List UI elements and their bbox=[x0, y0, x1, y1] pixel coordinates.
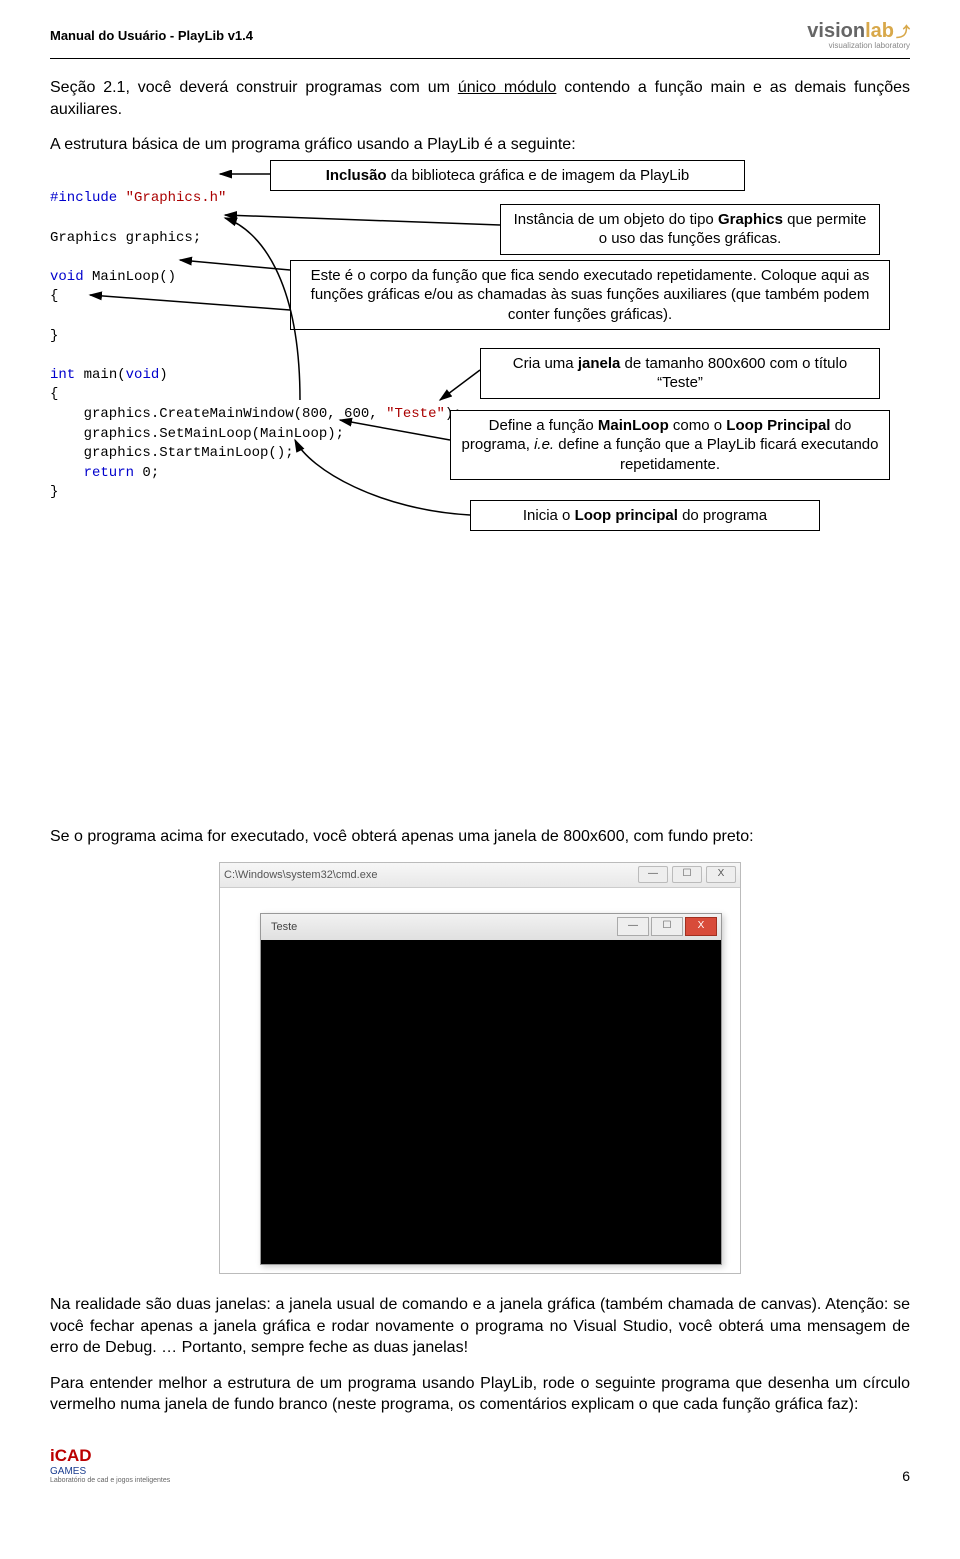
tok-zero: 0; bbox=[134, 465, 159, 481]
tok-void2: void bbox=[126, 367, 160, 383]
c2a: Instância de um objeto do tipo bbox=[514, 211, 718, 228]
tok-int: int bbox=[50, 367, 75, 383]
teste-minimize-button[interactable]: — bbox=[617, 917, 649, 936]
cmd-minimize-button[interactable]: — bbox=[638, 866, 668, 883]
c4b: janela bbox=[578, 355, 621, 372]
code-line-9: graphics.SetMainLoop(MainLoop); bbox=[50, 426, 344, 442]
tok-main: main( bbox=[75, 367, 125, 383]
teste-titlebar: Teste — ☐ X bbox=[261, 914, 721, 941]
code-line-1: #include "Graphics.h" bbox=[50, 190, 226, 206]
paragraph-5: Para entender melhor a estrutura de um p… bbox=[50, 1373, 910, 1416]
code-line-6: int main(void) bbox=[50, 367, 168, 383]
visionlab-logo: visionlab⤴ visualization laboratory bbox=[807, 20, 910, 50]
c6a: Inicia o bbox=[523, 507, 575, 524]
tok-return: return bbox=[50, 465, 134, 481]
c5f: i.e. bbox=[534, 436, 554, 453]
cmd-window: C:\Windows\system32\cmd.exe — ☐ X Teste … bbox=[219, 862, 741, 1274]
teste-title-text: Teste bbox=[265, 921, 297, 933]
code-line-3: void MainLoop() bbox=[50, 269, 176, 285]
callout-create-window: Cria uma janela de tamanho 800x600 com o… bbox=[480, 348, 880, 399]
logo-text-vision: vision bbox=[807, 20, 865, 43]
code-block: #include "Graphics.h" Graphics graphics;… bbox=[50, 170, 910, 817]
c3a: Este é o corpo da função que fica sendo … bbox=[311, 267, 870, 323]
code-line-12: } bbox=[50, 484, 58, 500]
cmd-title-text: C:\Windows\system32\cmd.exe bbox=[224, 869, 377, 881]
c1-text: da biblioteca gráfica e de imagem da Pla… bbox=[387, 167, 690, 184]
tok-header: "Graphics.h" bbox=[126, 190, 227, 206]
callout-graphics-instance: Instância de um objeto do tipo Graphics … bbox=[500, 204, 880, 255]
tok-mainloop: MainLoop() bbox=[84, 269, 176, 285]
paragraph-3: Se o programa acima for executado, você … bbox=[50, 826, 910, 848]
logo-swoosh-icon: ⤴ bbox=[896, 22, 910, 42]
callout-include: Inclusão da biblioteca gráfica e de imag… bbox=[270, 160, 745, 192]
tok-teste: "Teste" bbox=[386, 406, 445, 422]
teste-canvas bbox=[261, 940, 721, 1264]
c5a: Define a função bbox=[489, 417, 598, 434]
icad-logo: iCAD GAMES Laboratório de cad e jogos in… bbox=[50, 1446, 170, 1484]
c5g: define a função que a PlayLib ficará exe… bbox=[554, 436, 878, 473]
cmd-window-buttons: — ☐ X bbox=[638, 866, 736, 883]
callout-startmainloop: Inicia o Loop principal do programa bbox=[470, 500, 820, 532]
code-line-8: graphics.CreateMainWindow(800, 600, "Tes… bbox=[50, 406, 462, 422]
screenshot-container: C:\Windows\system32\cmd.exe — ☐ X Teste … bbox=[50, 862, 910, 1274]
c5c: como o bbox=[669, 417, 727, 434]
teste-maximize-button[interactable]: ☐ bbox=[651, 917, 683, 936]
code-line-2: Graphics graphics; bbox=[50, 230, 201, 246]
code-line-10: graphics.StartMainLoop(); bbox=[50, 445, 294, 461]
cmd-titlebar: C:\Windows\system32\cmd.exe — ☐ X bbox=[220, 863, 740, 888]
paragraph-4: Na realidade são duas janelas: a janela … bbox=[50, 1294, 910, 1359]
p1-underline: único módulo bbox=[458, 79, 557, 96]
c5d: Loop Principal bbox=[726, 417, 830, 434]
p1-text-a: Seção 2.1, você deverá construir program… bbox=[50, 79, 458, 96]
header-divider bbox=[50, 58, 910, 59]
c4c: de tamanho 800x600 com o título “Teste” bbox=[620, 355, 847, 392]
tok-include: #include bbox=[50, 190, 117, 206]
tok-cmw: graphics.CreateMainWindow(800, 600, bbox=[50, 406, 386, 422]
page-footer: iCAD GAMES Laboratório de cad e jogos in… bbox=[50, 1446, 910, 1484]
cmd-close-button[interactable]: X bbox=[706, 866, 736, 883]
teste-close-button[interactable]: X bbox=[685, 917, 717, 936]
c5b: MainLoop bbox=[598, 417, 669, 434]
teste-window-buttons: — ☐ X bbox=[617, 917, 717, 936]
paragraph-1: Seção 2.1, você deverá construir program… bbox=[50, 77, 910, 120]
callout-setmainloop: Define a função MainLoop como o Loop Pri… bbox=[450, 410, 890, 481]
c4a: Cria uma bbox=[513, 355, 578, 372]
footer-sub: Laboratório de cad e jogos inteligentes bbox=[50, 1477, 170, 1484]
c2b: Graphics bbox=[718, 211, 783, 228]
footer-icad: iCAD bbox=[50, 1446, 92, 1465]
code-line-7: { bbox=[50, 386, 58, 402]
c6c: do programa bbox=[678, 507, 767, 524]
cmd-maximize-button[interactable]: ☐ bbox=[672, 866, 702, 883]
footer-games: GAMES bbox=[50, 1466, 86, 1477]
page-number: 6 bbox=[902, 1468, 910, 1484]
paragraph-2: A estrutura básica de um programa gráfic… bbox=[50, 134, 910, 156]
c1-bold: Inclusão bbox=[326, 167, 387, 184]
logo-text-lab: lab bbox=[865, 20, 894, 43]
tok-void: void bbox=[50, 269, 84, 285]
code-line-5: } bbox=[50, 328, 58, 344]
callout-mainloop-body: Este é o corpo da função que fica sendo … bbox=[290, 260, 890, 331]
c6b: Loop principal bbox=[575, 507, 678, 524]
code-line-11: return 0; bbox=[50, 465, 159, 481]
doc-title: Manual do Usuário - PlayLib v1.4 bbox=[50, 28, 253, 43]
teste-window: Teste — ☐ X bbox=[260, 913, 722, 1265]
page-header: Manual do Usuário - PlayLib v1.4 visionl… bbox=[50, 20, 910, 50]
tok-paren: ) bbox=[159, 367, 167, 383]
code-line-4: { bbox=[50, 288, 58, 304]
